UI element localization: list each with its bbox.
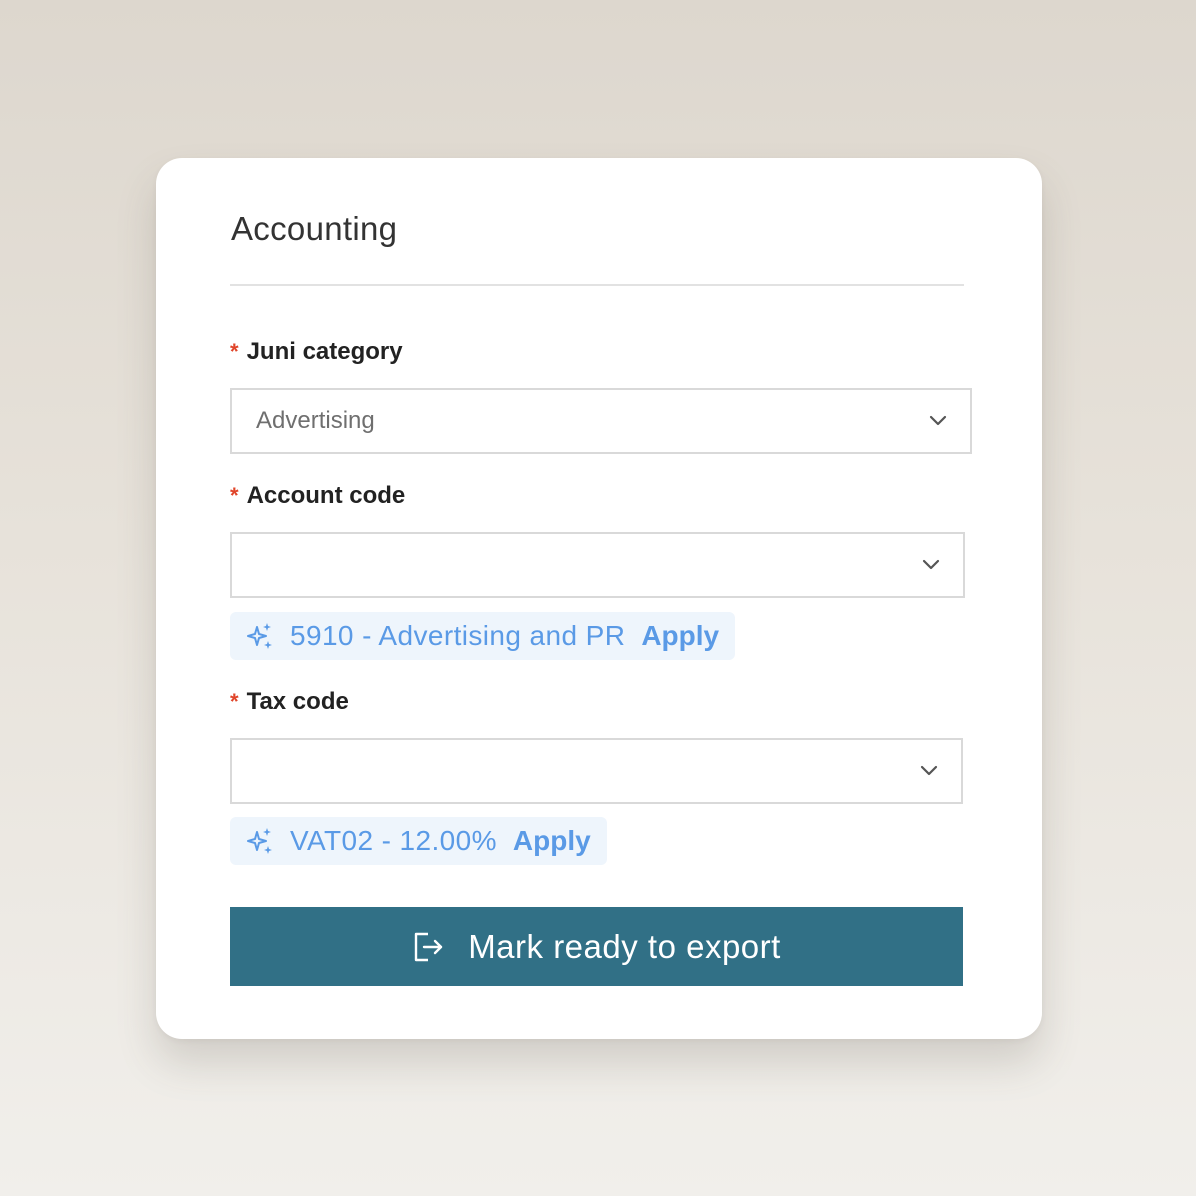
accounting-panel: Accounting * Juni category Advertising *…	[156, 158, 1042, 1039]
required-marker: *	[230, 339, 239, 364]
tax-code-select[interactable]	[230, 738, 963, 804]
account-code-suggestion: 5910 - Advertising and PR Apply	[230, 612, 736, 660]
sparkle-icon	[244, 826, 274, 856]
account-code-label-text: Account code	[246, 482, 406, 509]
required-marker: *	[230, 689, 239, 714]
panel-title: Accounting	[231, 210, 398, 247]
account-code-select[interactable]	[230, 532, 965, 598]
tax-code-suggestion-text: VAT02 - 12.00%	[290, 825, 497, 856]
account-code-label: * Account code	[230, 482, 405, 510]
chevron-down-icon	[928, 411, 948, 431]
title-divider	[230, 284, 964, 286]
sparkle-icon	[244, 621, 274, 651]
juni-category-label-text: Juni category	[246, 338, 403, 365]
account-code-suggestion-text: 5910 - Advertising and PR	[290, 620, 626, 651]
export-icon	[412, 930, 446, 964]
chevron-down-icon	[919, 761, 939, 781]
tax-code-label-text: Tax code	[246, 688, 349, 715]
juni-category-value: Advertising	[256, 407, 375, 434]
juni-category-select[interactable]: Advertising	[230, 388, 972, 454]
apply-account-code-button[interactable]: Apply	[641, 620, 719, 652]
mark-ready-to-export-button[interactable]: Mark ready to export	[230, 907, 963, 986]
export-button-label: Mark ready to export	[468, 927, 781, 965]
juni-category-label: * Juni category	[230, 338, 403, 366]
required-marker: *	[230, 483, 239, 508]
tax-code-label: * Tax code	[230, 688, 349, 716]
tax-code-suggestion: VAT02 - 12.00% Apply	[230, 817, 607, 865]
apply-tax-code-button[interactable]: Apply	[513, 825, 591, 857]
chevron-down-icon	[921, 555, 941, 575]
